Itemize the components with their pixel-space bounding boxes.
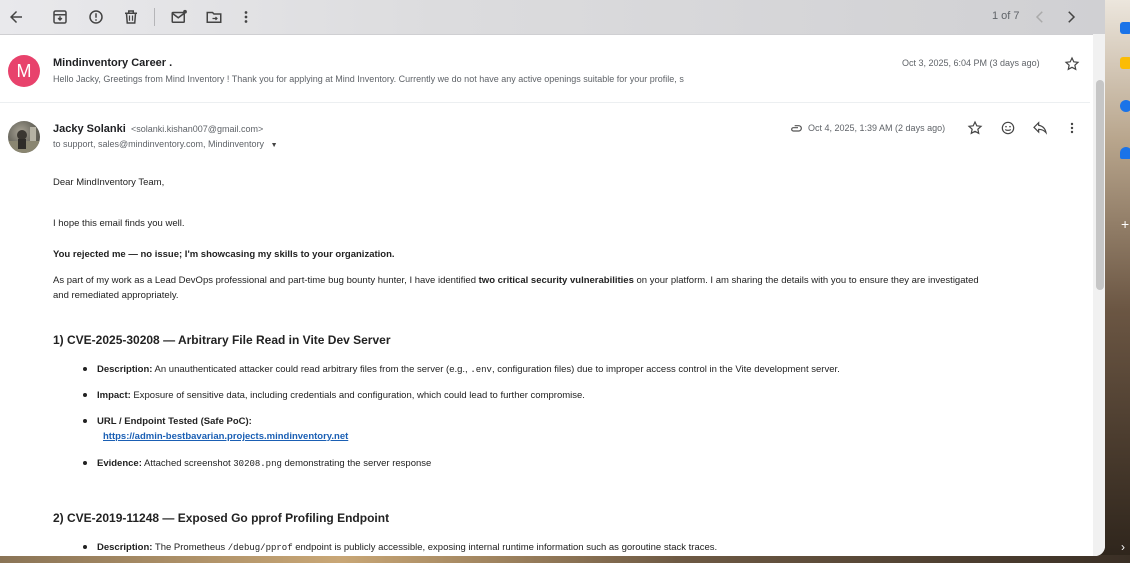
tasks-app-icon[interactable] — [1120, 100, 1130, 112]
section-heading: 2) CVE-2019-11248 — Exposed Go pprof Pro… — [53, 511, 390, 525]
item-text: endpoint is publicly accessible, exposin… — [292, 542, 718, 553]
recipients-line[interactable]: to support, sales@mindinventory.com, Min… — [53, 139, 278, 149]
recipients-dropdown-icon[interactable]: ▼ — [271, 142, 278, 149]
newer-chevron-left-icon[interactable] — [1031, 8, 1049, 26]
sender-email: <solanki.kishan007@gmail.com> — [131, 124, 264, 134]
move-to-icon[interactable] — [205, 8, 223, 26]
item-text: Attached screenshot — [141, 458, 234, 469]
add-app-icon[interactable]: + — [1121, 216, 1129, 232]
sender-name: Jacky Solanki — [53, 123, 126, 135]
bold-statement: You rejected me — no issue; I'm showcasi… — [53, 249, 395, 260]
greeting: Dear MindInventory Team, — [53, 177, 165, 188]
item-text: The Prometheus — [152, 542, 228, 553]
email-window: 1 of 7 M Mindinventory Career . Hello Ja… — [0, 0, 1105, 556]
back-arrow-icon[interactable] — [7, 8, 25, 26]
collapsed-message[interactable]: M Mindinventory Career . Hello Jacky, Gr… — [0, 36, 1090, 103]
older-chevron-right-icon[interactable] — [1062, 8, 1080, 26]
item-code: .env — [470, 365, 492, 375]
bullet — [83, 545, 87, 549]
item-label: Description: — [97, 364, 153, 375]
list-item: Description: An unauthenticated attacker… — [97, 362, 840, 378]
scrollbar-thumb[interactable] — [1096, 80, 1104, 290]
pager-count: 1 of 7 — [992, 10, 1020, 22]
keep-app-icon[interactable] — [1120, 57, 1130, 69]
more-options-icon[interactable] — [1064, 120, 1082, 138]
report-spam-icon[interactable] — [87, 8, 105, 26]
toolbar-divider — [154, 8, 155, 26]
section-heading: 1) CVE-2025-30208 — Arbitrary File Read … — [53, 333, 391, 347]
list-item: URL / Endpoint Tested (Safe PoC): — [97, 414, 252, 429]
archive-icon[interactable] — [51, 8, 69, 26]
item-label: Evidence: — [97, 458, 142, 469]
mark-unread-icon[interactable] — [170, 8, 188, 26]
bullet — [83, 367, 87, 371]
recipients-text: to support, sales@mindinventory.com, Min… — [53, 139, 265, 149]
bullet — [83, 393, 87, 397]
item-text: , configuration files) due to improper a… — [491, 364, 840, 375]
item-text: An unauthenticated attacker could read a… — [152, 364, 471, 375]
delete-icon[interactable] — [122, 8, 140, 26]
item-code: /debug/pprof — [227, 543, 293, 553]
contacts-app-icon[interactable] — [1120, 147, 1130, 159]
bullet — [83, 419, 87, 423]
list-item: Impact: Exposure of sensitive data, incl… — [97, 388, 585, 403]
intro-line: I hope this email finds you well. — [53, 218, 185, 229]
intro-paragraph: As part of my work as a Lead DevOps prof… — [53, 273, 1078, 303]
more-options-icon[interactable] — [237, 8, 255, 26]
message-toolbar: 1 of 7 — [0, 0, 1105, 35]
calendar-app-icon[interactable] — [1120, 22, 1130, 34]
expand-panel-icon[interactable]: › — [1121, 540, 1125, 554]
item-label: Description: — [97, 542, 153, 553]
item-text: Exposure of sensitive data, including cr… — [130, 390, 585, 401]
bullet — [83, 461, 87, 465]
paragraph-text: and remediated appropriately. — [53, 290, 179, 301]
item-text: demonstrating the server response — [281, 458, 432, 469]
star-icon[interactable] — [967, 120, 985, 138]
desktop-background-bottom — [0, 555, 1130, 563]
paragraph-text: As part of my work as a Lead DevOps prof… — [53, 275, 479, 286]
star-icon[interactable] — [1064, 56, 1080, 72]
list-item: Description: The Prometheus /debug/pprof… — [97, 540, 717, 556]
paragraph-text: on your platform. I am sharing the detai… — [633, 275, 979, 286]
item-code: 30208.png — [233, 459, 282, 469]
list-item: Evidence: Attached screenshot 30208.png … — [97, 456, 431, 472]
endpoint-link[interactable]: https://admin-bestbavarian.projects.mind… — [103, 431, 348, 442]
reply-icon[interactable] — [1032, 120, 1050, 138]
message-date: Oct 3, 2025, 6:04 PM (3 days ago) — [902, 58, 1040, 68]
message-snippet: Hello Jacky, Greetings from Mind Invento… — [53, 74, 684, 84]
sender-name: Mindinventory Career . — [53, 57, 173, 69]
avatar: M — [8, 55, 40, 87]
item-label: URL / Endpoint Tested (Safe PoC): — [97, 416, 252, 427]
avatar — [8, 121, 40, 153]
emoji-reaction-icon[interactable] — [1000, 120, 1018, 138]
paragraph-bold: two critical security vulnerabilities — [478, 275, 634, 286]
message-date: Oct 4, 2025, 1:39 AM (2 days ago) — [808, 123, 946, 133]
item-label: Impact: — [97, 390, 131, 401]
attachment-icon — [788, 121, 806, 139]
